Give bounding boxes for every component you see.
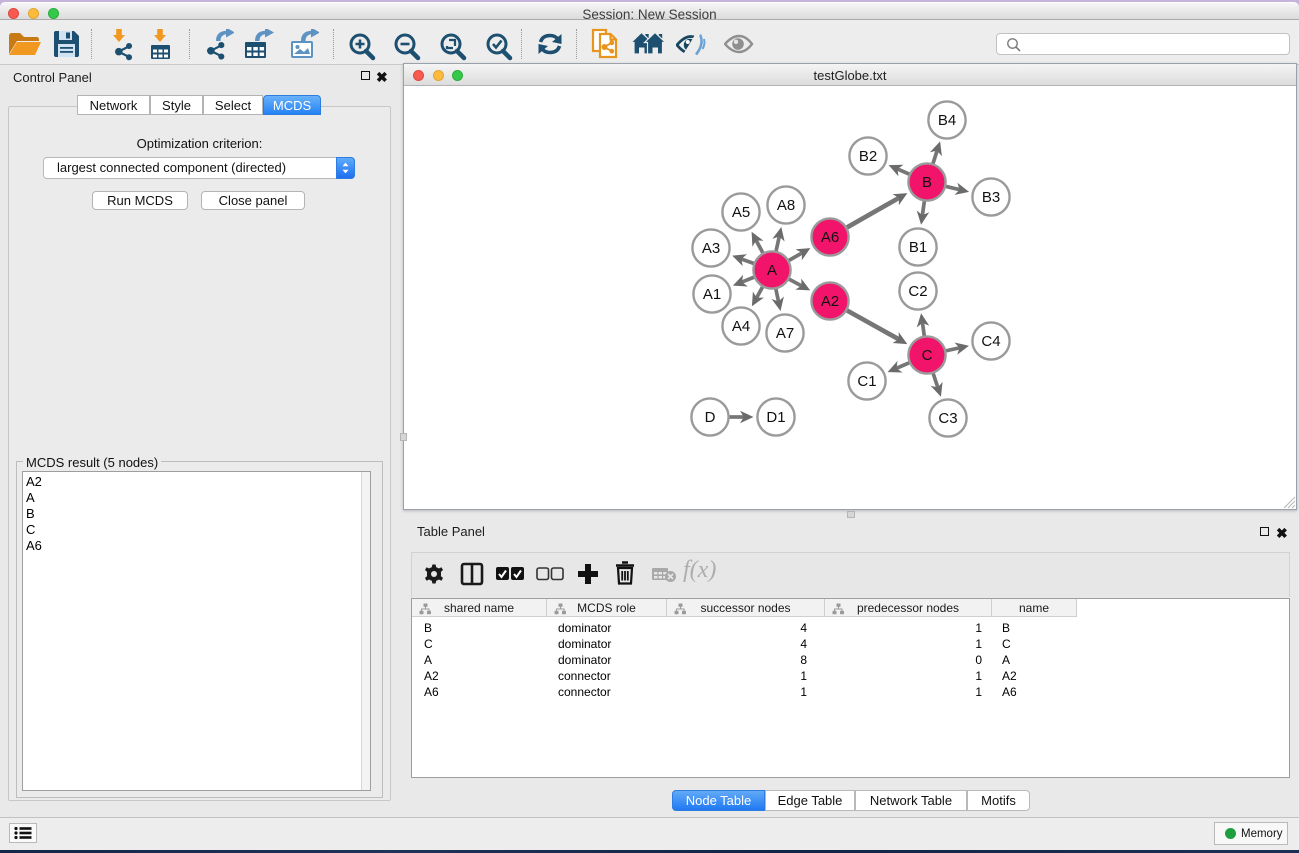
svg-text:A3: A3 xyxy=(702,240,720,257)
svg-text:A: A xyxy=(767,262,777,279)
svg-text:A7: A7 xyxy=(776,325,794,342)
svg-text:B3: B3 xyxy=(982,189,1000,206)
svg-text:A5: A5 xyxy=(732,204,750,221)
svg-text:A8: A8 xyxy=(777,197,795,214)
svg-text:A2: A2 xyxy=(821,293,839,310)
svg-text:B1: B1 xyxy=(909,239,927,256)
svg-text:D1: D1 xyxy=(766,409,785,426)
svg-text:A1: A1 xyxy=(703,286,721,303)
svg-text:C3: C3 xyxy=(938,410,957,427)
svg-text:D: D xyxy=(705,409,716,426)
svg-text:B4: B4 xyxy=(938,112,956,129)
svg-text:C1: C1 xyxy=(857,373,876,390)
svg-text:B: B xyxy=(922,174,932,191)
svg-text:C2: C2 xyxy=(908,283,927,300)
svg-text:C: C xyxy=(922,347,933,364)
svg-text:B2: B2 xyxy=(859,148,877,165)
svg-text:A4: A4 xyxy=(732,318,750,335)
svg-text:A6: A6 xyxy=(821,229,839,246)
svg-text:C4: C4 xyxy=(981,333,1000,350)
